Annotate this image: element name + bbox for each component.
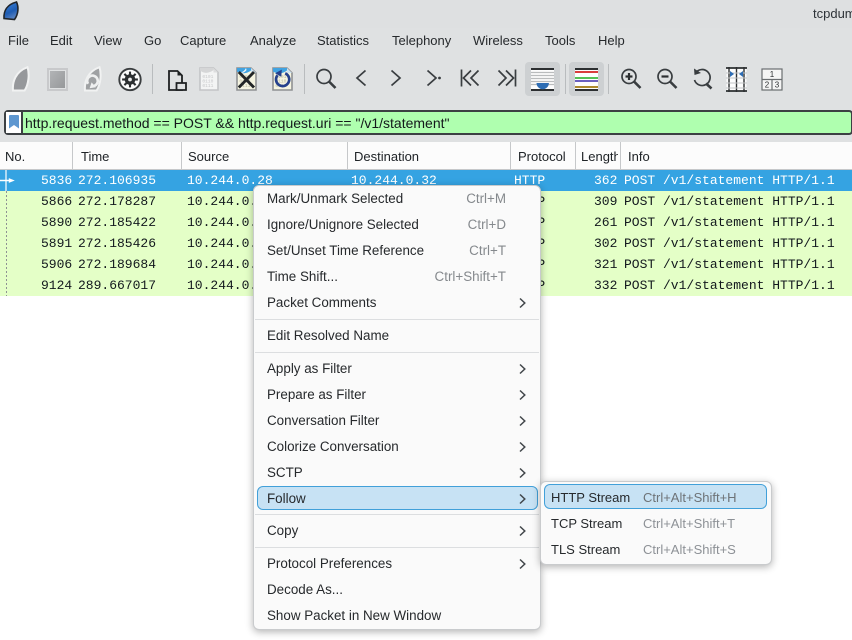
svg-text:1: 1 xyxy=(770,70,775,79)
svg-text:0111: 0111 xyxy=(202,83,213,89)
svg-text:3: 3 xyxy=(775,81,780,90)
svg-text:2: 2 xyxy=(765,81,770,90)
